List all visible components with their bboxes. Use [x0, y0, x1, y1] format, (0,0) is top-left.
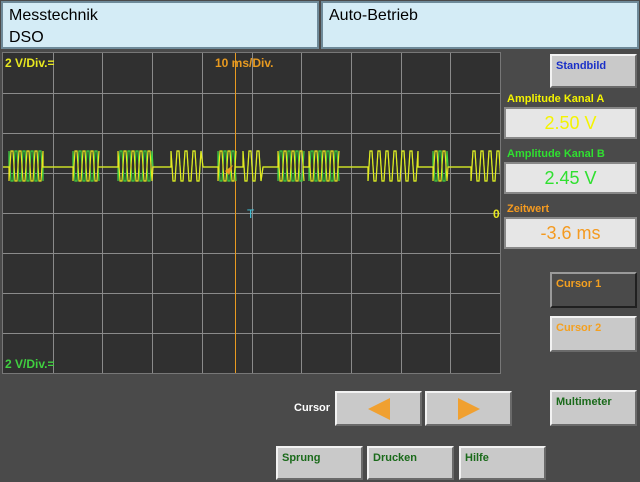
amplitude-b-value: 2.45 V	[504, 162, 637, 194]
amplitude-a-value: 2.50 V	[504, 107, 637, 139]
cursor-1-button[interactable]: Cursor 1	[550, 272, 637, 308]
multimeter-button[interactable]: Multimeter	[550, 390, 637, 426]
standbild-button[interactable]: Standbild	[550, 54, 637, 88]
zeitwert-value: -3.6 ms	[504, 217, 637, 249]
mode-title: DSO	[9, 29, 44, 46]
time-scale: 10 ms/Div.	[215, 56, 274, 70]
drucken-button[interactable]: Drucken	[367, 446, 454, 480]
amplitude-a-label: Amplitude Kanal A	[507, 93, 605, 105]
cursor-right-button[interactable]	[425, 391, 512, 426]
arrow-left-icon	[367, 398, 390, 420]
cursor-label: Cursor	[294, 402, 331, 414]
channel-a-scale: 2 V/Div.=	[5, 56, 55, 70]
sprung-button[interactable]: Sprung	[276, 446, 363, 480]
cursor-2-button[interactable]: Cursor 2	[550, 316, 637, 352]
app-title: Messtechnik	[9, 7, 98, 24]
channel-b-scale: 2 V/Div.=	[5, 357, 55, 371]
header-left-panel: Messtechnik DSO	[1, 1, 319, 49]
trigger-marker: T	[247, 207, 255, 221]
arrow-right-icon	[457, 398, 480, 420]
zero-marker: 0	[493, 207, 500, 221]
cursor-left-button[interactable]	[335, 391, 422, 426]
zeitwert-label: Zeitwert	[507, 203, 550, 215]
header-right-panel: Auto-Betrieb	[321, 1, 639, 49]
oscilloscope-display[interactable]: 2 V/Div.= 10 ms/Div. 2 V/Div.= T 0	[2, 52, 501, 374]
operation-mode-title: Auto-Betrieb	[329, 7, 418, 24]
hilfe-button[interactable]: Hilfe	[459, 446, 546, 480]
amplitude-b-label: Amplitude Kanal B	[507, 148, 605, 160]
